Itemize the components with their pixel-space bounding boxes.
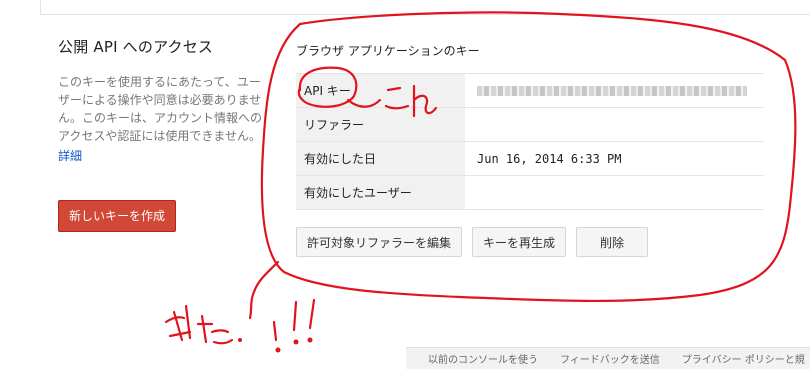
footer-link-feedback[interactable]: フィードバックを送信 xyxy=(560,351,660,366)
regenerate-key-button[interactable]: キーを再生成 xyxy=(472,227,567,257)
table-row: API キー xyxy=(296,73,764,108)
deta-dot xyxy=(238,338,242,342)
api-key-value xyxy=(465,73,764,108)
delete-button[interactable]: 削除 xyxy=(576,227,649,257)
table-row: リファラー xyxy=(296,107,764,142)
api-key-label: API キー xyxy=(296,73,465,108)
referrer-value xyxy=(465,107,764,142)
public-api-section: 公開 API へのアクセス このキーを使用するにあたって、ユーザーによる操作や同… xyxy=(58,36,263,232)
exclaim-dot xyxy=(275,347,281,353)
footer-bar: 以前のコンソールを使う フィードバックを送信 プライバシー ポリシーと規 xyxy=(406,347,810,369)
activated-date-label: 有効にした日 xyxy=(296,141,465,176)
table-row: 有効にしたユーザー xyxy=(296,175,764,210)
deta-scribble-de xyxy=(164,304,192,342)
create-new-key-button[interactable]: 新しいキーを作成 xyxy=(58,200,177,232)
activated-by-value xyxy=(465,175,764,210)
activated-by-label: 有効にしたユーザー xyxy=(296,175,465,210)
table-row: 有効にした日 Jun 16, 2014 6:33 PM xyxy=(296,141,764,176)
top-divider xyxy=(40,0,810,15)
edit-referrers-button[interactable]: 許可対象リファラーを編集 xyxy=(296,227,463,257)
details-link[interactable]: 詳細 xyxy=(58,147,263,164)
section-description: このキーを使用するにあたって、ユーザーによる操作や同意は必要ありません。このキー… xyxy=(58,75,263,143)
footer-link-privacy[interactable]: プライバシー ポリシーと規 xyxy=(682,351,805,366)
exclaim-dot xyxy=(307,337,313,343)
exclaim-dot xyxy=(293,339,299,345)
deta-scribble-ta xyxy=(196,314,234,345)
browser-key-panel: ブラウザ アプリケーションのキー API キー リファラー 有効にした日 Jun… xyxy=(296,40,764,210)
key-details-table: API キー リファラー 有効にした日 Jun 16, 2014 6:33 PM… xyxy=(296,73,764,210)
deta-scribble-exclaim1 xyxy=(272,320,278,342)
panel-title: ブラウザ アプリケーションのキー xyxy=(296,44,480,58)
panel-circle-tail xyxy=(248,260,280,320)
footer-link-legacy-console[interactable]: 以前のコンソールを使う xyxy=(428,351,538,366)
deta-scribble-exclaim2 xyxy=(292,298,316,332)
activated-date-value: Jun 16, 2014 6:33 PM xyxy=(465,141,764,176)
referrer-label: リファラー xyxy=(296,107,465,142)
key-actions: 許可対象リファラーを編集 キーを再生成 削除 xyxy=(296,227,649,257)
section-title: 公開 API へのアクセス xyxy=(58,38,214,56)
redacted-key xyxy=(477,86,747,96)
